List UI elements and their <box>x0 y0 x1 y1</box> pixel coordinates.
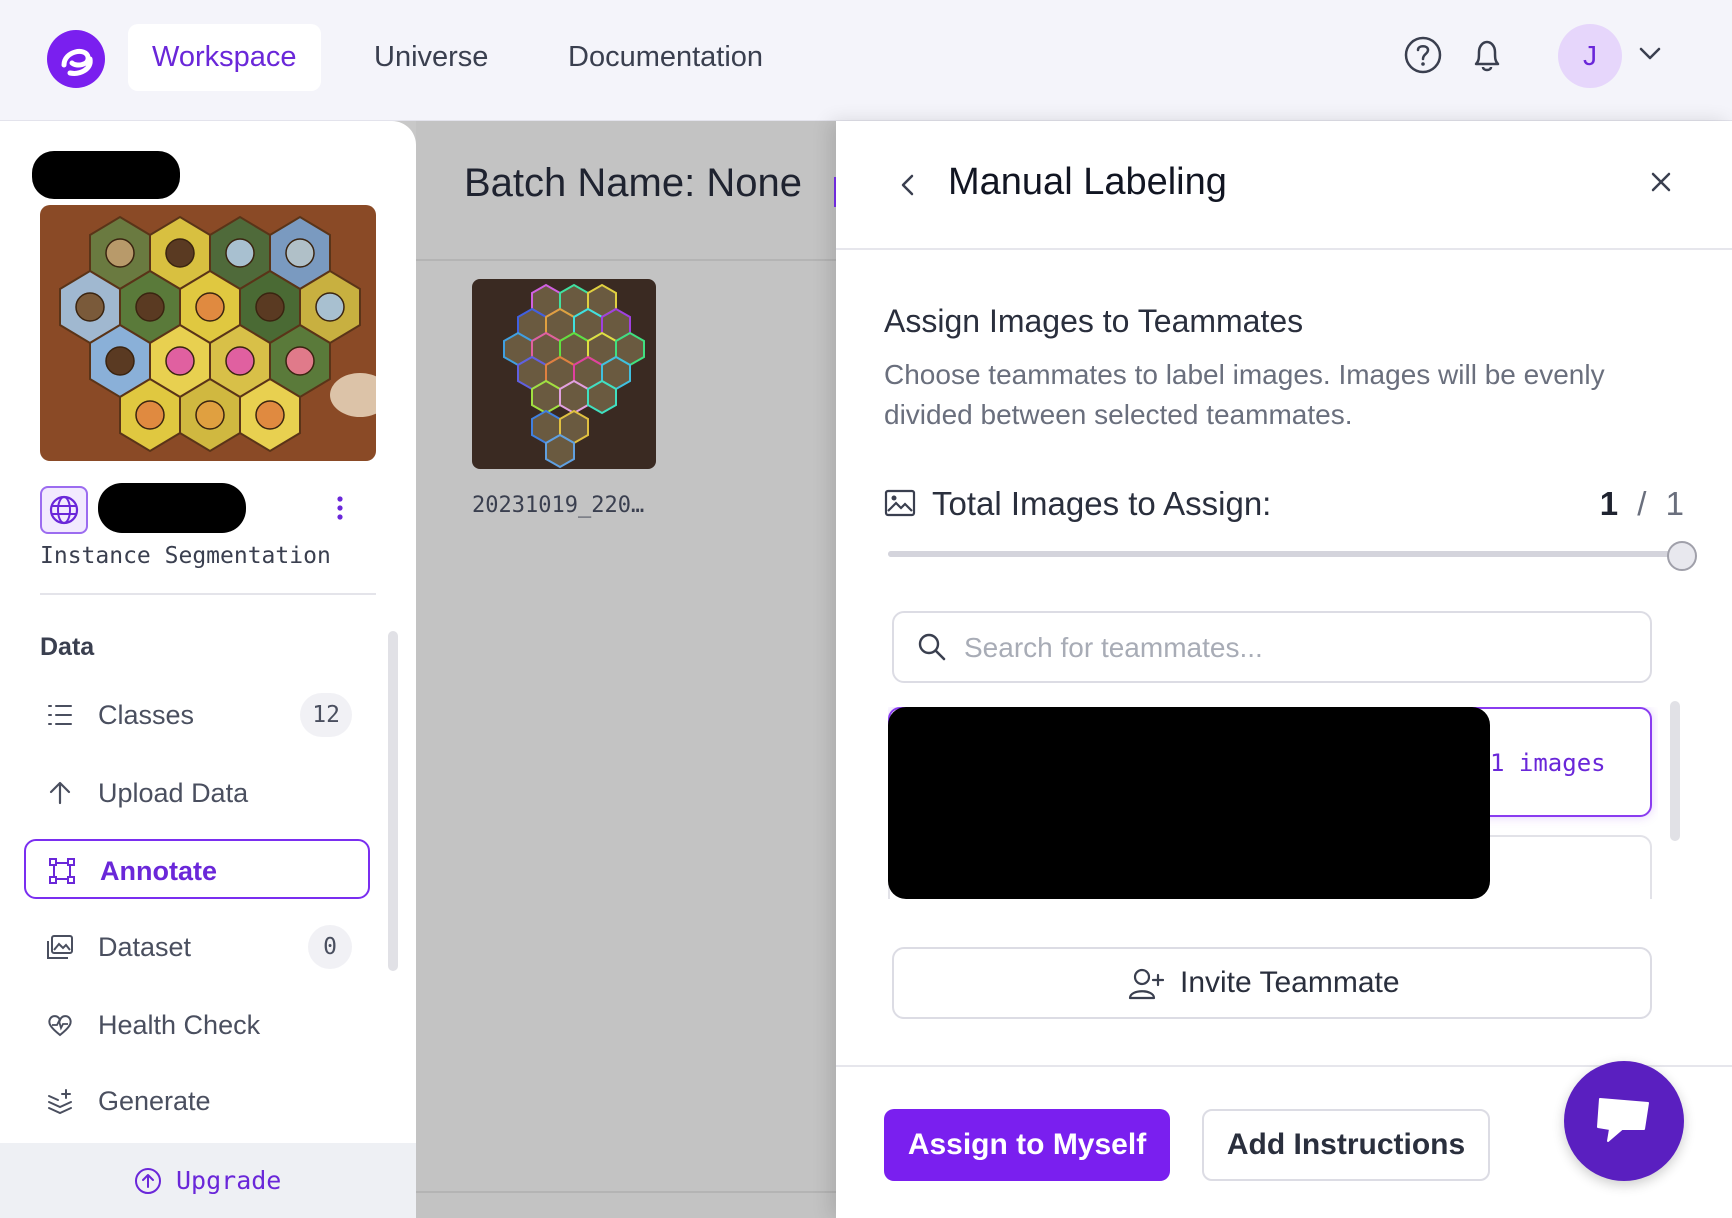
main-bottom-divider <box>416 1191 836 1193</box>
user-avatar[interactable]: J <box>1558 24 1622 88</box>
project-type: Instance Segmentation <box>40 543 331 569</box>
app-logo-icon[interactable] <box>46 29 106 89</box>
drawer-title: Manual Labeling <box>948 161 1227 203</box>
kebab-menu-icon[interactable] <box>330 493 350 523</box>
sidebar-item-label: Dataset <box>98 932 192 962</box>
redacted-project-name <box>98 483 246 533</box>
section-title-data: Data <box>40 633 95 661</box>
sidebar-item-annotate[interactable]: Annotate <box>24 839 370 899</box>
total-images-count: 1 / 1 <box>1600 485 1684 523</box>
drawer-header-divider <box>836 248 1732 250</box>
top-navigation-bar: Workspace Universe Documentation J <box>0 0 1732 121</box>
redacted-teammate-info <box>888 707 1490 899</box>
globe-icon <box>49 495 79 525</box>
close-icon[interactable] <box>1646 167 1676 197</box>
list-icon <box>48 705 72 725</box>
image-thumbnail[interactable] <box>472 279 656 469</box>
add-user-icon <box>1128 968 1164 1000</box>
images-slider-handle[interactable] <box>1667 541 1697 571</box>
sidebar-item-label: Upload Data <box>98 778 249 808</box>
upgrade-label: Upgrade <box>176 1166 282 1195</box>
total-images-max: 1 <box>1665 485 1684 522</box>
classes-count-badge: 12 <box>300 693 352 737</box>
sidebar-item-health-check[interactable]: Health Check <box>24 995 370 1055</box>
heart-pulse-icon <box>48 1015 72 1037</box>
generate-icon <box>48 1089 72 1115</box>
total-images-label: Total Images to Assign: <box>932 485 1272 522</box>
sidebar-item-dataset[interactable]: Dataset 0 <box>24 917 370 977</box>
annotate-main-area: Batch Name: None 20231019_220… <box>416 121 840 1218</box>
project-sidebar: Instance Segmentation Data Classes 12 Up… <box>0 121 416 1218</box>
search-icon <box>918 633 946 661</box>
invite-teammate-button[interactable]: Invite Teammate <box>892 947 1652 1019</box>
chat-support-button[interactable] <box>1564 1061 1684 1181</box>
help-icon[interactable] <box>1402 34 1444 76</box>
teammate-search-input[interactable] <box>964 623 1634 673</box>
upgrade-icon <box>135 1168 161 1194</box>
bell-icon[interactable] <box>1466 34 1508 76</box>
sidebar-item-label: Classes <box>98 700 195 730</box>
upgrade-button[interactable]: Upgrade <box>0 1143 416 1218</box>
assign-section-title: Assign Images to Teammates <box>884 303 1304 339</box>
images-slider-track[interactable] <box>888 551 1678 557</box>
teammate-image-count: 1 images <box>1490 749 1606 777</box>
upload-arrow-icon <box>49 781 71 805</box>
project-cover-image[interactable] <box>40 205 376 461</box>
tab-workspace[interactable]: Workspace <box>128 24 321 91</box>
sidebar-item-label: Health Check <box>98 1010 261 1040</box>
chevron-left-icon[interactable] <box>894 171 922 199</box>
manual-labeling-drawer: Manual Labeling Assign Images to Teammat… <box>836 121 1732 1218</box>
redacted-workspace-name <box>32 151 180 199</box>
teammate-search-box[interactable] <box>892 611 1652 683</box>
chevron-down-icon[interactable] <box>1636 40 1664 68</box>
thumbnail-filename: 20231019_220… <box>472 493 645 518</box>
sidebar-item-label: Generate <box>98 1086 211 1116</box>
batch-header: Batch Name: None <box>416 121 840 261</box>
total-images-separator: / <box>1637 485 1647 522</box>
sidebar-item-label: Annotate <box>100 856 217 886</box>
chat-bubble-icon <box>1597 1098 1649 1142</box>
images-slider-fill <box>888 551 1678 557</box>
teammate-list-scrollbar[interactable] <box>1670 701 1680 841</box>
image-icon <box>884 489 916 517</box>
dataset-count-badge: 0 <box>308 925 352 969</box>
sidebar-scrollbar[interactable] <box>388 631 398 971</box>
batch-title: Batch Name: None <box>464 161 802 205</box>
sidebar-item-upload-data[interactable]: Upload Data <box>24 763 370 823</box>
sidebar-item-classes[interactable]: Classes 12 <box>24 685 370 745</box>
sidebar-item-generate[interactable]: Generate <box>24 1071 370 1131</box>
assign-to-myself-button[interactable]: Assign to Myself <box>884 1109 1170 1181</box>
invite-teammate-label: Invite Teammate <box>1180 966 1400 999</box>
tab-universe[interactable]: Universe <box>350 24 512 91</box>
tab-documentation[interactable]: Documentation <box>544 24 787 91</box>
visibility-button[interactable] <box>40 486 88 534</box>
add-instructions-button[interactable]: Add Instructions <box>1202 1109 1490 1181</box>
assign-description: Choose teammates to label images. Images… <box>884 359 1605 430</box>
annotate-icon <box>49 858 75 884</box>
total-images-current: 1 <box>1599 485 1619 522</box>
sidebar-divider <box>40 593 376 595</box>
images-icon <box>47 935 73 959</box>
